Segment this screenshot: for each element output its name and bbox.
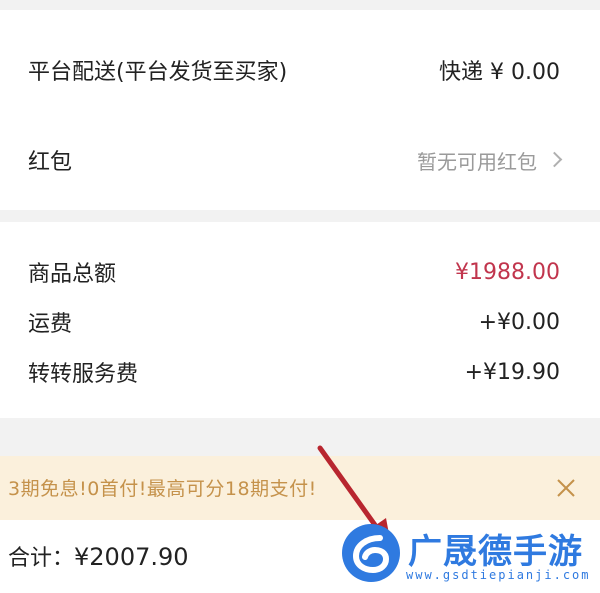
installment-promo-banner[interactable]: 3期免息!0首付!最高可分18期支付! [0,456,600,520]
delivery-value: 快递 ¥ 0.00 [439,60,560,85]
red-packet-row[interactable]: 红包 暂无可用红包 [28,140,563,180]
summary-value: +¥19.90 [464,359,560,385]
watermark-title: 广晟德手游 [408,532,583,572]
red-packet-value: 暂无可用红包 [417,149,537,174]
summary-value: +¥0.00 [478,309,560,335]
summary-row-shipping: 运费 +¥0.00 [28,302,560,342]
summary-label: 商品总额 [28,262,117,287]
red-packet-label: 红包 [28,150,73,175]
summary-row-goods-total: 商品总额 ¥1988.00 [28,252,560,292]
chevron-right-icon [546,151,563,168]
total-label: 合计： [8,546,75,571]
site-logo-icon [342,524,400,582]
summary-row-service-fee: 转转服务费 +¥19.90 [28,352,560,392]
watermark-url: www.gsdtiepianji.com [406,568,591,582]
summary-value: ¥1988.00 [455,259,560,285]
price-summary-card: 商品总额 ¥1988.00 运费 +¥0.00 转转服务费 +¥19.90 [0,222,600,418]
close-icon[interactable] [554,476,578,500]
summary-label: 转转服务费 [28,362,139,387]
delivery-card: 平台配送(平台发货至买家) 快递 ¥ 0.00 红包 暂无可用红包 [0,10,600,210]
delivery-label: 平台配送(平台发货至买家) [28,60,288,85]
summary-label: 运费 [28,312,73,337]
total-value: ¥2007.90 [74,543,189,571]
delivery-row: 平台配送(平台发货至买家) 快递 ¥ 0.00 [28,50,560,90]
order-total: 合计：¥2007.90 [8,540,189,572]
site-watermark: 广晟德手游 www.gsdtiepianji.com [336,518,598,590]
red-packet-value-wrap[interactable]: 暂无可用红包 [417,146,563,175]
promo-text: 3期免息!0首付!最高可分18期支付! [8,478,317,500]
